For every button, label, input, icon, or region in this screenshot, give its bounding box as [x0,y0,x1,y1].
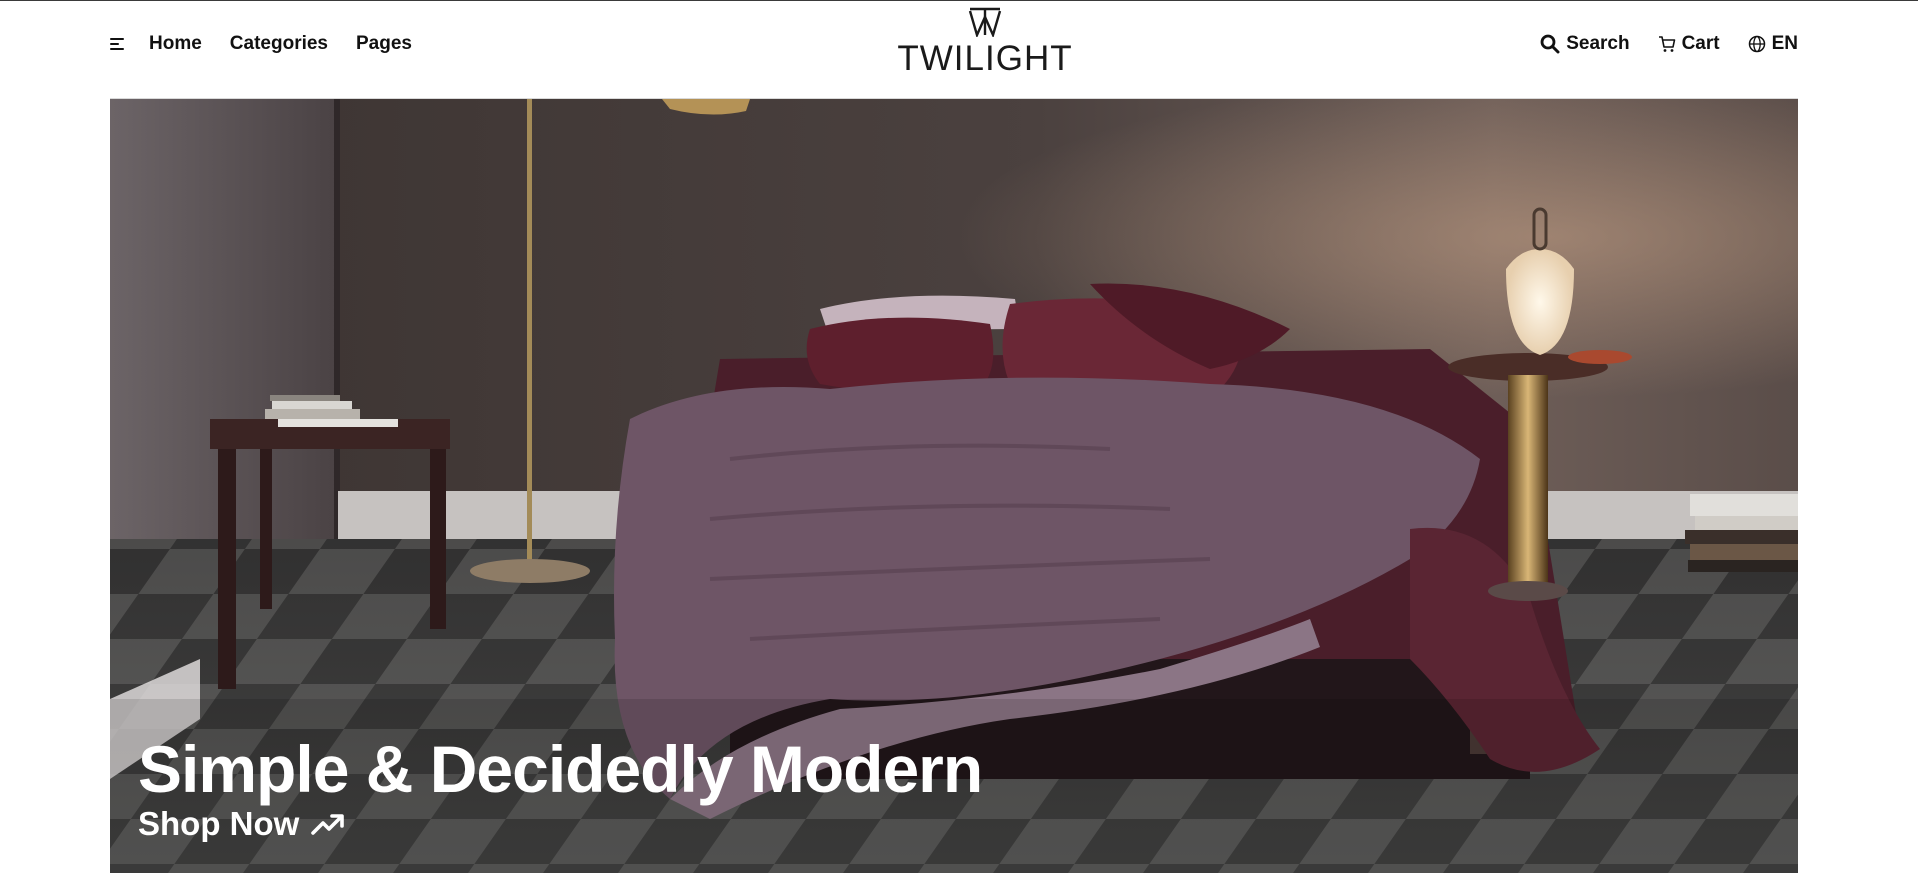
search-icon [1540,34,1560,54]
cart-icon [1658,36,1675,52]
globe-icon [1748,35,1765,53]
logo-wordmark: TWILIGHT [897,39,1073,78]
shop-now-link[interactable]: Shop Now [138,804,345,844]
nav-pages-link[interactable]: Pages [356,33,412,55]
search-label: Search [1566,33,1630,54]
hero-title: Simple & Decidedly Modern [138,732,983,806]
menu-icon[interactable] [110,38,124,50]
search-button[interactable]: Search [1540,33,1630,55]
language-label: EN [1771,33,1798,54]
hero-banner: Simple & Decidedly Modern Shop Now [110,99,1798,873]
site-header: Home Categories Pages TWILIGHT Search Ca… [110,1,1798,99]
header-actions: Search Cart EN [1512,31,1798,57]
nav-home-link[interactable]: Home [149,33,202,55]
primary-nav: Home Categories Pages [110,31,440,57]
nav-categories-link[interactable]: Categories [230,33,328,55]
cart-button[interactable]: Cart [1658,33,1720,55]
trending-up-arrow-icon [311,814,345,835]
language-selector[interactable]: EN [1748,33,1798,55]
cart-label: Cart [1681,33,1720,54]
site-logo[interactable]: TWILIGHT [895,7,1075,79]
shop-now-label: Shop Now [138,805,300,842]
logo-monogram-icon [968,7,1002,37]
